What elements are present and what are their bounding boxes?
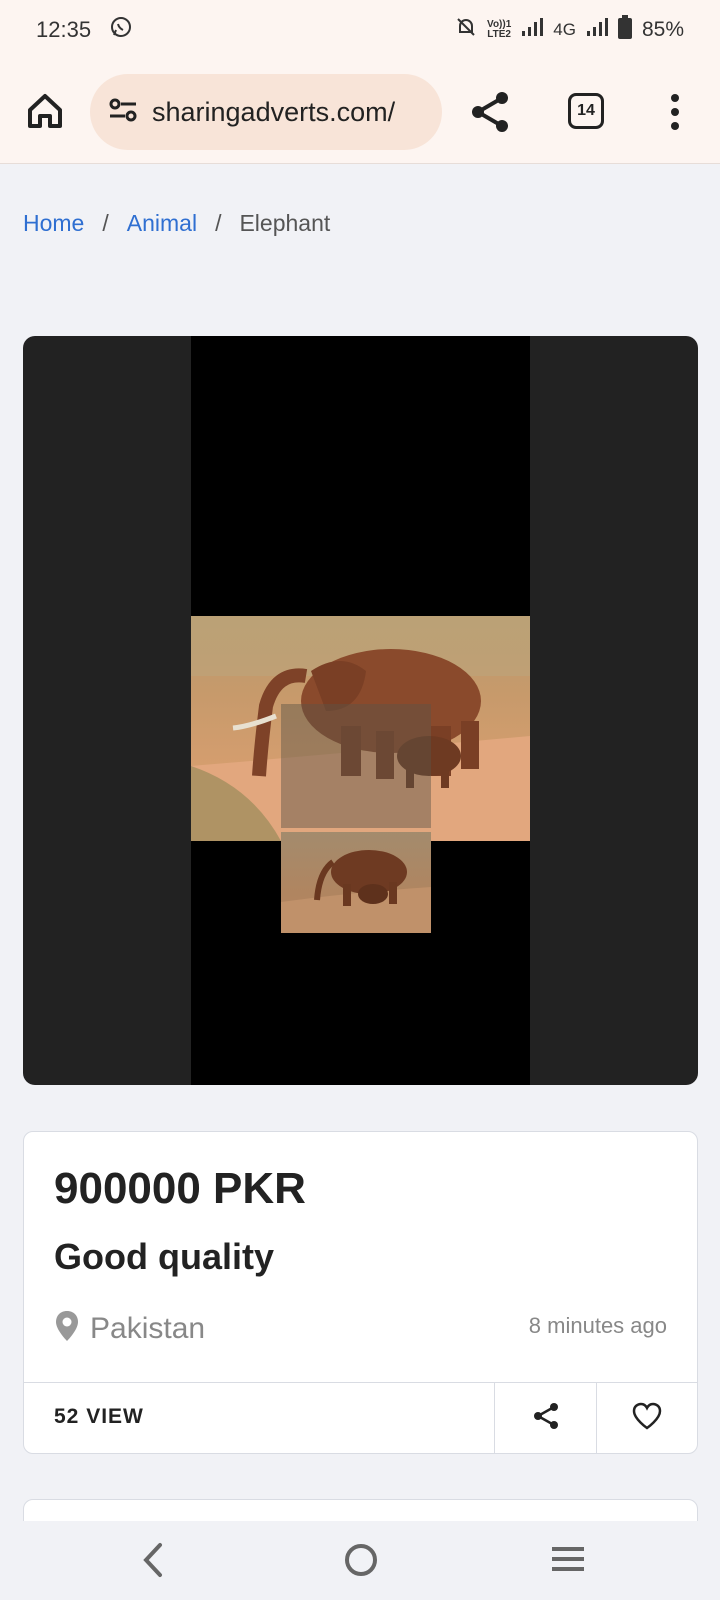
battery-icon — [617, 15, 632, 45]
share-icon — [531, 1401, 561, 1436]
nav-back-icon[interactable] — [138, 1541, 168, 1584]
breadcrumb-current: Elephant — [239, 210, 331, 236]
volte-line2: LTE2 — [487, 29, 511, 40]
favorite-button[interactable] — [596, 1383, 697, 1454]
site-settings-icon[interactable] — [108, 96, 138, 129]
share-icon[interactable] — [468, 90, 512, 134]
tabs-icon[interactable]: 14 — [568, 93, 604, 129]
breadcrumb-separator: / — [215, 210, 222, 236]
volte-indicator: Vo))1 LTE2 — [487, 20, 511, 40]
url-text[interactable]: sharingadverts.com/ — [152, 97, 395, 128]
status-time: 12:35 — [36, 17, 92, 42]
signal-icon — [586, 17, 608, 43]
listing-price: 900000 PKR — [54, 1164, 306, 1213]
browser-toolbar: sharingadverts.com/ 14 — [0, 60, 720, 164]
address-bar[interactable]: sharingadverts.com/ — [90, 74, 442, 150]
home-icon[interactable] — [24, 90, 66, 132]
network-type: 4G — [553, 20, 576, 39]
view-count: 52 VIEW — [54, 1405, 144, 1428]
status-left: 12:35 — [36, 15, 133, 45]
nav-home-icon[interactable] — [342, 1541, 380, 1584]
nav-recent-icon[interactable] — [550, 1545, 586, 1580]
status-bar: 12:35 Vo))1 LTE2 4G 85% — [0, 0, 720, 60]
listing-title: Good quality — [54, 1236, 274, 1277]
breadcrumb-separator: / — [102, 210, 109, 236]
listing-location: Pakistan — [54, 1310, 205, 1347]
location-pin-icon — [54, 1310, 80, 1347]
breadcrumb: Home / Animal / Elephant — [23, 210, 330, 237]
location-text: Pakistan — [90, 1311, 206, 1345]
battery-percent: 85% — [641, 18, 684, 41]
listing-card: 900000 PKR Good quality Pakistan 8 minut… — [23, 1131, 698, 1454]
mute-icon — [455, 16, 477, 44]
listing-actions: 52 VIEW — [24, 1382, 697, 1454]
share-button[interactable] — [494, 1383, 596, 1454]
signal-icon — [521, 17, 544, 43]
heart-icon — [632, 1402, 662, 1435]
breadcrumb-animal[interactable]: Animal — [127, 210, 197, 237]
breadcrumb-home[interactable]: Home — [23, 210, 84, 237]
elephant-thumbnail[interactable] — [281, 832, 431, 933]
image-gallery[interactable] — [23, 336, 698, 1085]
posted-time: 8 minutes ago — [528, 1313, 667, 1338]
status-right: Vo))1 LTE2 4G 85% — [455, 15, 684, 45]
system-nav-bar — [0, 1521, 720, 1600]
thumbnail-overlay — [281, 704, 431, 828]
whatsapp-icon — [109, 15, 133, 45]
tab-count: 14 — [577, 102, 595, 119]
more-icon[interactable] — [660, 92, 690, 132]
